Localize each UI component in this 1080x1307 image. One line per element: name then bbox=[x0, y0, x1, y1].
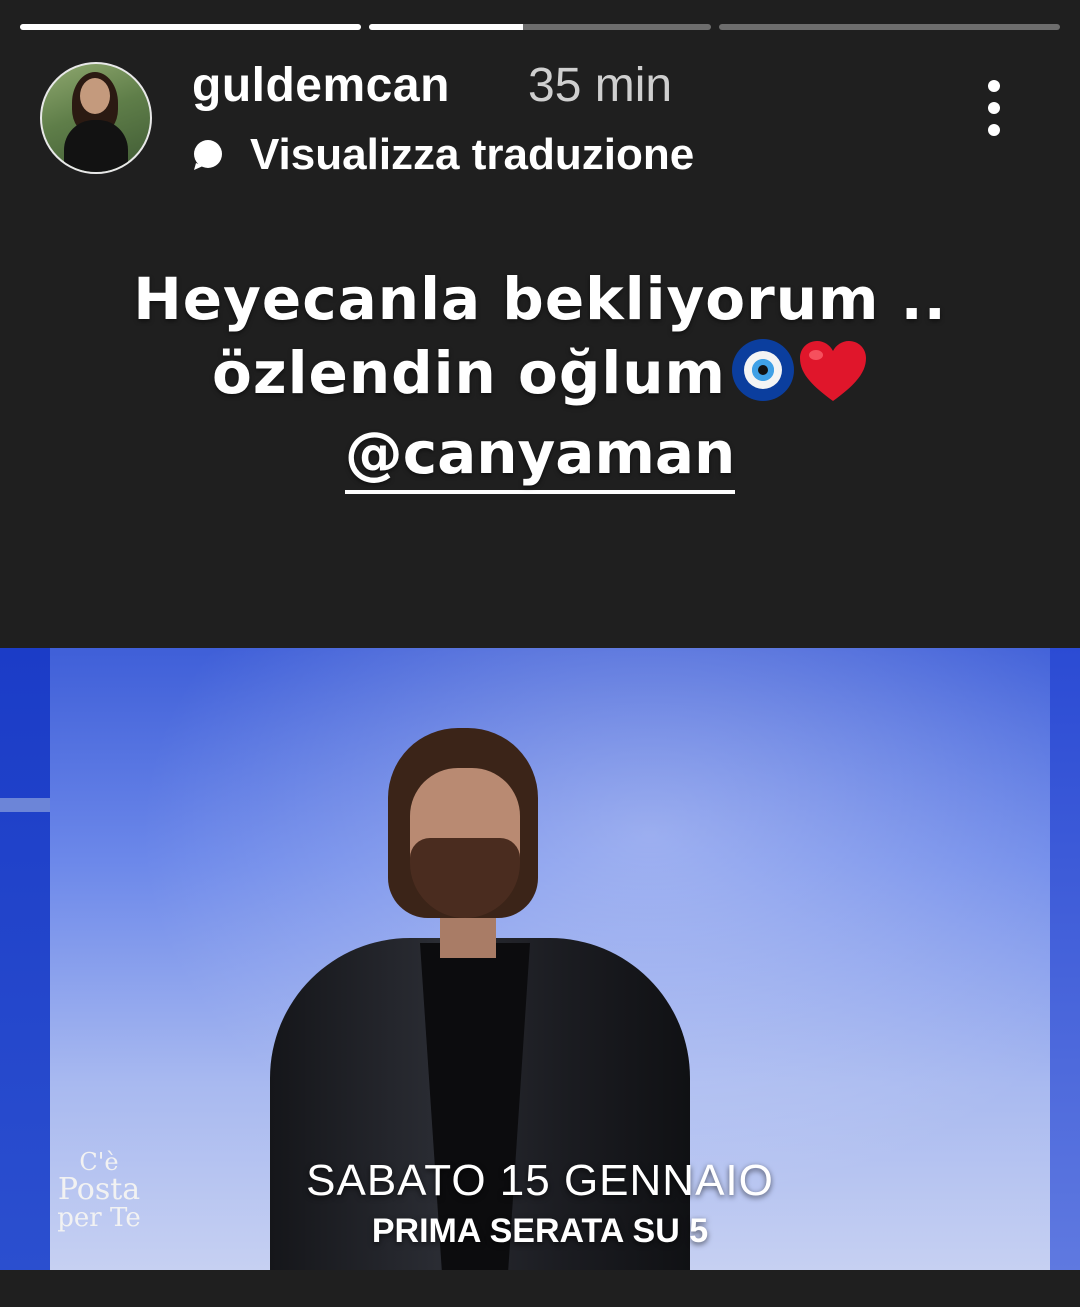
heart-icon bbox=[799, 341, 866, 401]
progress-segment-1 bbox=[20, 24, 362, 30]
timestamp: 35 min bbox=[528, 59, 673, 112]
broadcast-slot: PRIMA SERATA SU 5 bbox=[0, 1212, 1080, 1251]
progress-segment-3 bbox=[718, 24, 1060, 30]
story-caption: Heyecanla bekliyorum .. özlendin oğlum @… bbox=[0, 262, 1080, 494]
avatar[interactable] bbox=[40, 62, 152, 174]
panel-stripe bbox=[0, 798, 50, 812]
mention-link[interactable]: @canyaman bbox=[344, 420, 736, 494]
caption-line-2-text: özlendin oğlum bbox=[212, 339, 726, 407]
nazar-eye-icon bbox=[731, 339, 794, 401]
bottom-bar bbox=[0, 1270, 1080, 1307]
broadcast-slot-text: PRIMA SERATA SU bbox=[371, 1212, 680, 1250]
view-translation-link[interactable]: Visualizza traduzione bbox=[192, 130, 694, 180]
video-frame[interactable]: C'è Posta per Te SABATO 15 GENNAIO PRIMA… bbox=[0, 648, 1080, 1270]
username[interactable]: guldemcan bbox=[192, 58, 450, 113]
channel-number: 5 bbox=[689, 1212, 709, 1250]
speech-bubble-icon bbox=[194, 140, 222, 170]
story-header: guldemcan 35 min Visualizza traduzione bbox=[40, 58, 1040, 180]
view-translation-label: Visualizza traduzione bbox=[250, 130, 695, 179]
more-options-icon[interactable] bbox=[984, 80, 1004, 140]
broadcast-date: SABATO 15 GENNAIO bbox=[306, 1156, 774, 1205]
caption-line-1: Heyecanla bekliyorum .. bbox=[133, 265, 947, 333]
progress-segment-2 bbox=[369, 24, 711, 30]
broadcast-info: SABATO 15 GENNAIO PRIMA SERATA SU 5 bbox=[0, 1156, 1080, 1251]
story-progress-bar bbox=[20, 24, 1060, 30]
caption-line-2: özlendin oğlum bbox=[0, 336, 1080, 410]
